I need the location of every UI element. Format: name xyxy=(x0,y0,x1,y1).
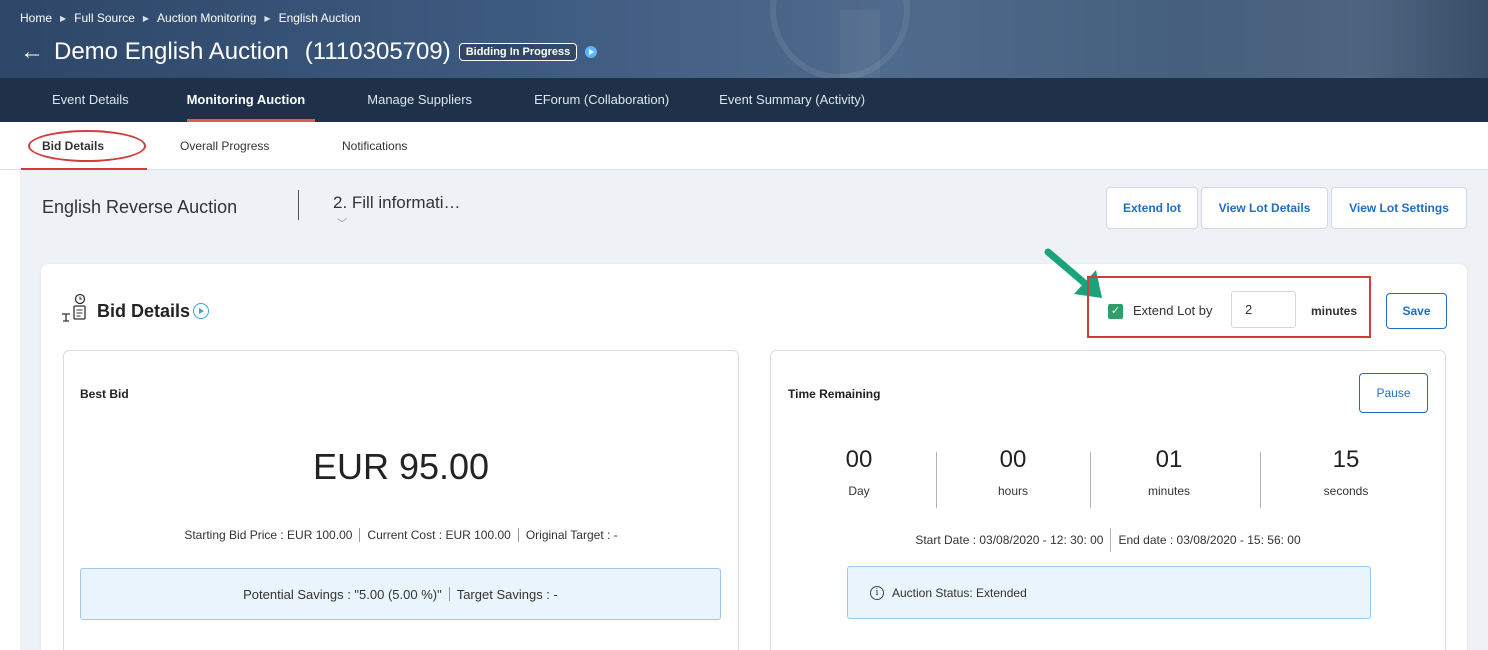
divider xyxy=(1090,452,1091,508)
info-icon: i xyxy=(870,585,884,600)
title-row: ← Demo English Auction (1110305709) Bidd… xyxy=(20,38,598,66)
event-id: (1110305709) xyxy=(304,38,451,65)
time-remaining-title: Time Remaining xyxy=(788,387,881,401)
status-badge: Bidding In Progress xyxy=(458,43,578,61)
countdown-day-value: 00 xyxy=(845,446,873,473)
lot-title: English Reverse Auction xyxy=(42,197,238,217)
divider xyxy=(298,190,299,220)
main-navigation: Event Details Monitoring Auction Manage … xyxy=(0,78,1488,122)
breadcrumb-full-source[interactable]: Full Source xyxy=(74,11,135,25)
divider xyxy=(359,528,361,542)
extend-lot-checkbox[interactable]: ✓ xyxy=(1108,304,1123,319)
left-gutter xyxy=(0,170,20,650)
tab-manage-suppliers[interactable]: Manage Suppliers xyxy=(347,78,492,122)
breadcrumb-home[interactable]: Home xyxy=(20,11,52,25)
header-background-art xyxy=(840,10,880,78)
potential-savings: Potential Savings : "5.00 (5.00 %)" xyxy=(243,586,442,602)
section-title: Bid Details xyxy=(97,301,191,321)
target-savings: Target Savings : - xyxy=(456,586,558,602)
play-icon[interactable] xyxy=(193,303,209,319)
extend-lot-button[interactable]: Extend lot xyxy=(1106,187,1198,229)
breadcrumb-separator-icon: ▶ xyxy=(264,13,271,23)
countdown-minutes-label: minutes xyxy=(1147,484,1191,498)
countdown-seconds: 15 seconds xyxy=(1318,446,1374,498)
countdown-minutes-value: 01 xyxy=(1155,446,1183,473)
tab-eforum[interactable]: EForum (Collaboration) xyxy=(514,78,689,122)
chevron-down-icon[interactable]: ﹀ xyxy=(337,215,347,230)
auction-status: Auction Status: Extended xyxy=(892,585,1027,600)
sub-navigation: Bid Details Overall Progress Notificatio… xyxy=(0,122,1488,170)
divider xyxy=(1110,528,1112,552)
step-selector[interactable]: 2. Fill informati… xyxy=(333,193,461,213)
view-lot-settings-button[interactable]: View Lot Settings xyxy=(1331,187,1467,229)
tab-event-details[interactable]: Event Details xyxy=(32,78,149,122)
highlight-ellipse xyxy=(28,130,146,162)
subtab-overall-progress[interactable]: Overall Progress xyxy=(180,139,269,153)
header-background-art xyxy=(1180,0,1488,78)
pause-button[interactable]: Pause xyxy=(1359,373,1428,413)
tab-monitoring-auction[interactable]: Monitoring Auction xyxy=(167,78,326,122)
divider xyxy=(936,452,937,508)
play-icon[interactable] xyxy=(585,46,598,58)
countdown-seconds-value: 15 xyxy=(1332,446,1360,473)
divider xyxy=(1260,452,1261,508)
page-header: Home ▶ Full Source ▶ Auction Monitoring … xyxy=(0,0,1488,78)
bid-meta-row: Starting Bid Price : EUR 100.00 Current … xyxy=(63,528,739,542)
extend-minutes-input[interactable] xyxy=(1231,291,1296,328)
start-date: Start Date : 03/08/2020 - 12: 30: 00 xyxy=(915,533,1104,547)
countdown-seconds-label: seconds xyxy=(1323,484,1369,498)
current-cost: Current Cost : EUR 100.00 xyxy=(367,528,511,542)
savings-info-box: Potential Savings : "5.00 (5.00 %)" Targ… xyxy=(80,568,721,620)
breadcrumb-english-auction: English Auction xyxy=(278,11,361,25)
best-bid-amount: EUR 95.00 xyxy=(312,446,490,487)
end-date: End date : 03/08/2020 - 15: 56: 00 xyxy=(1118,533,1301,547)
extend-lot-label: Extend Lot by xyxy=(1133,303,1213,318)
view-lot-details-button[interactable]: View Lot Details xyxy=(1201,187,1328,229)
bid-details-icon xyxy=(62,293,86,322)
breadcrumb: Home ▶ Full Source ▶ Auction Monitoring … xyxy=(20,11,361,25)
page-title: Demo English Auction xyxy=(54,38,289,65)
breadcrumb-separator-icon: ▶ xyxy=(142,13,150,23)
save-button[interactable]: Save xyxy=(1386,293,1447,329)
divider xyxy=(448,587,450,601)
countdown-minutes: 01 minutes xyxy=(1138,446,1200,498)
countdown-hours-value: 00 xyxy=(999,446,1027,473)
countdown-day: 00 Day xyxy=(837,446,881,498)
breadcrumb-auction-monitoring[interactable]: Auction Monitoring xyxy=(157,11,256,25)
tab-event-summary[interactable]: Event Summary (Activity) xyxy=(699,78,885,122)
subtab-notifications[interactable]: Notifications xyxy=(342,139,407,153)
back-arrow-icon[interactable]: ← xyxy=(20,40,44,64)
countdown-day-label: Day xyxy=(848,484,870,498)
divider xyxy=(517,528,519,542)
countdown-hours: 00 hours xyxy=(988,446,1038,498)
date-row: Start Date : 03/08/2020 - 12: 30: 00 End… xyxy=(770,528,1446,552)
active-tab-indicator xyxy=(21,168,147,170)
auction-status-box: i Auction Status: Extended xyxy=(847,566,1371,619)
extend-unit-label: minutes xyxy=(1311,304,1358,318)
best-bid-title: Best Bid xyxy=(80,387,129,401)
original-target: Original Target : - xyxy=(525,528,618,542)
countdown-hours-label: hours xyxy=(997,484,1029,498)
starting-bid-price: Starting Bid Price : EUR 100.00 xyxy=(184,528,353,542)
breadcrumb-separator-icon: ▶ xyxy=(60,13,67,23)
